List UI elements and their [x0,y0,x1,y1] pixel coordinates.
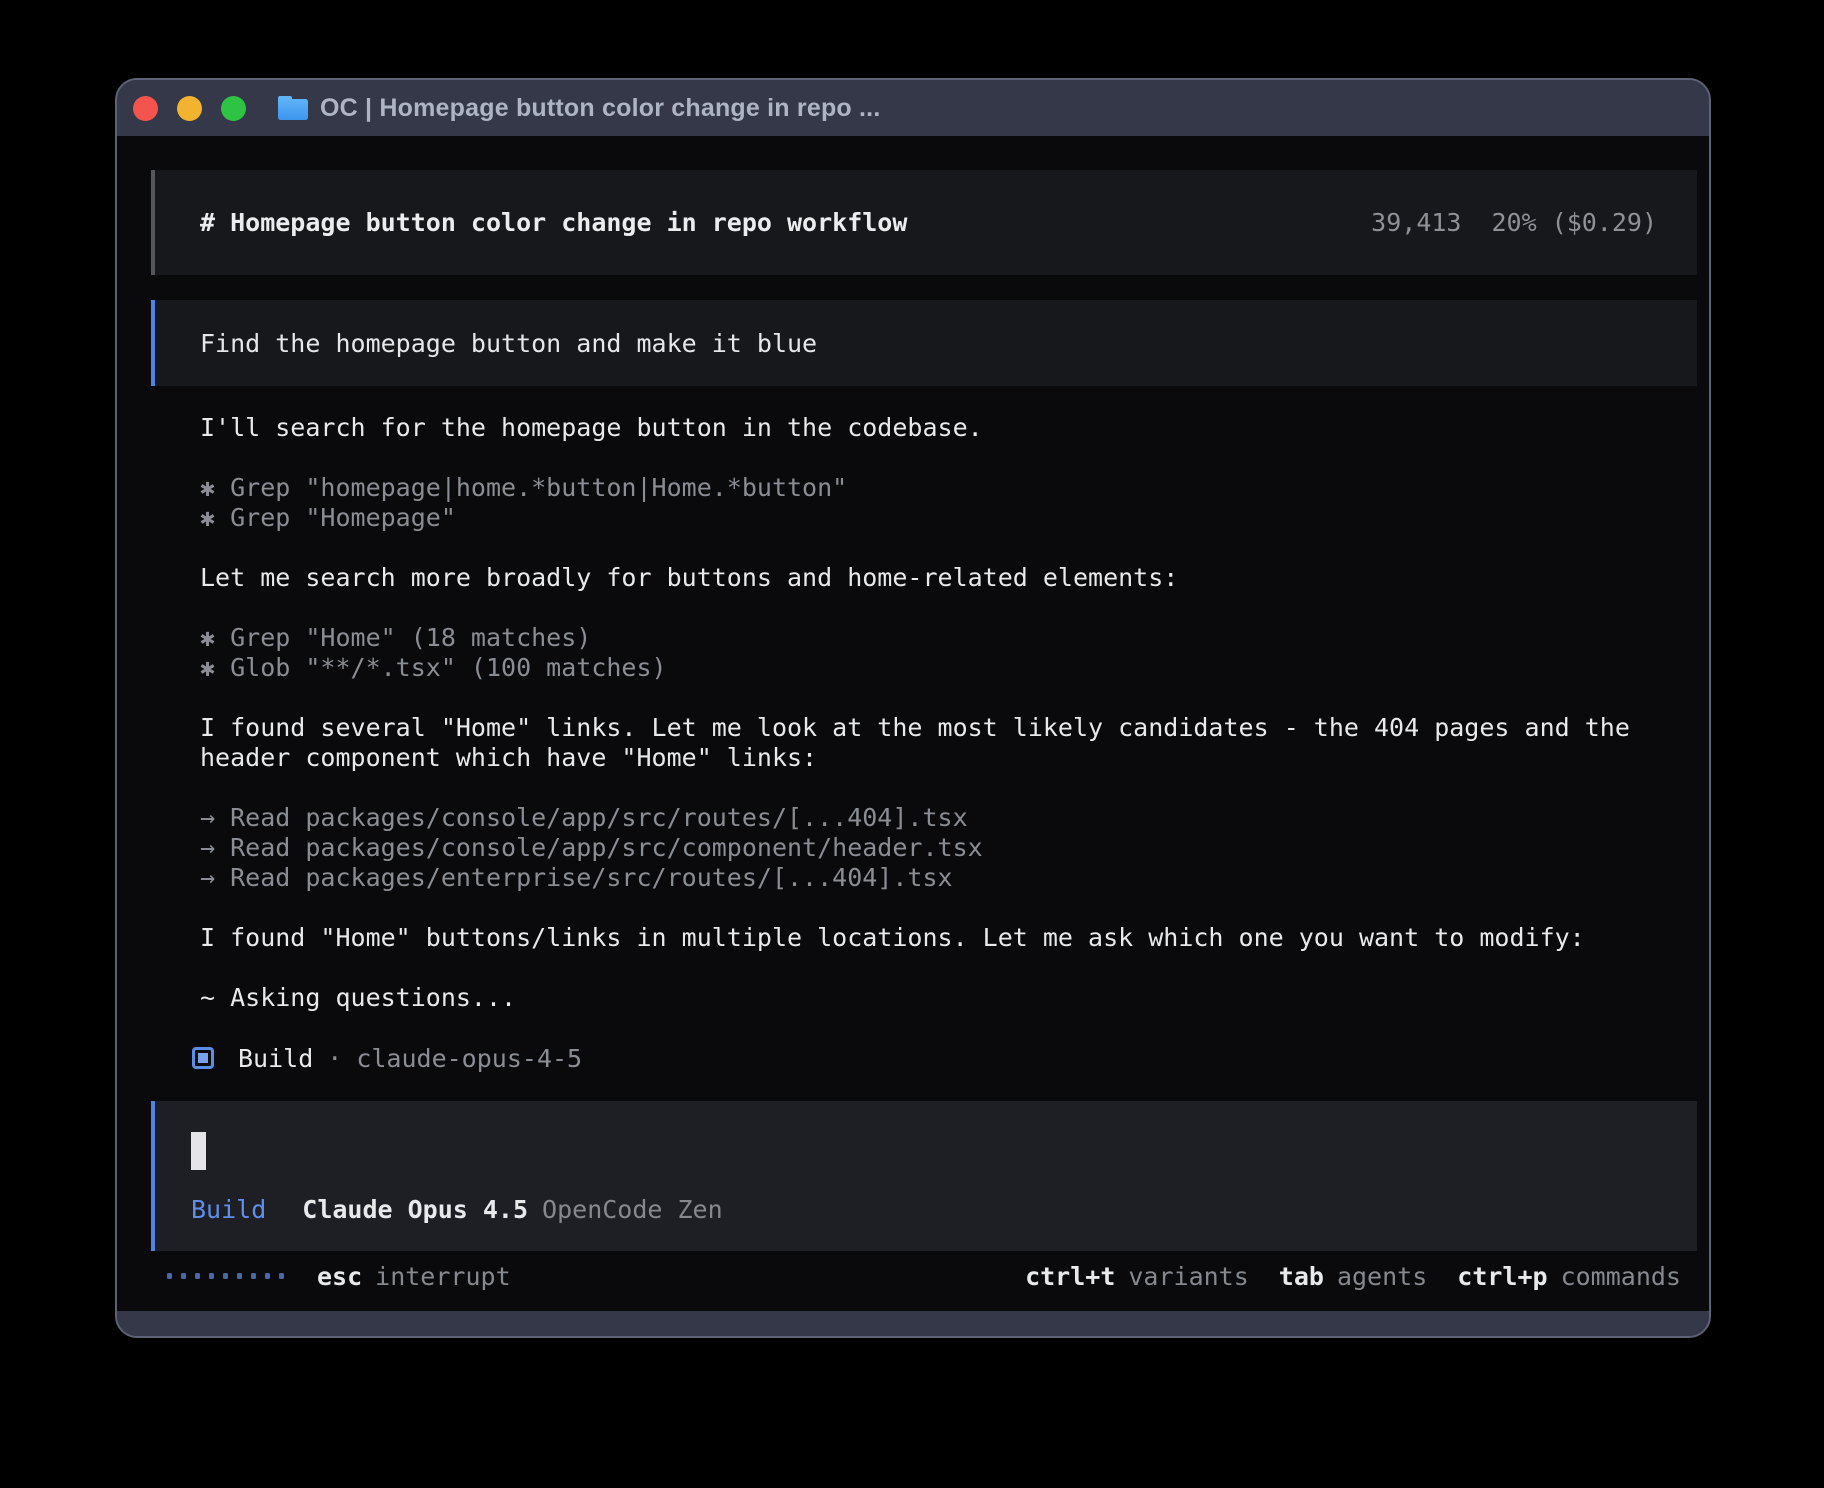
token-count: 39,413 [1371,208,1461,237]
shortcut-key: ctrl+t [1025,1262,1115,1291]
assistant-paragraph: I'll search for the homepage button in t… [200,413,1697,443]
terminal-content: # Homepage button color change in repo w… [117,136,1709,1311]
tool-call-line: → Read packages/console/app/src/routes/[… [200,803,1697,833]
session-header: # Homepage button color change in repo w… [151,170,1697,275]
traffic-lights [133,96,246,121]
assistant-transcript: I'll search for the homepage button in t… [151,413,1697,1043]
agent-row: Build · claude-opus-4-5 [192,1043,1697,1073]
session-stats: 39,413 20% ($0.29) [1371,208,1657,237]
assistant-status-line: ~ Asking questions... [200,983,1697,1013]
model-bar-agent[interactable]: Build [191,1195,266,1224]
shortcut-label: agents [1337,1262,1427,1291]
shortcut-key: tab [1279,1262,1324,1291]
user-message-text: Find the homepage button and make it blu… [200,329,817,358]
session-title: # Homepage button color change in repo w… [200,208,907,237]
tool-call-line: ✱ Glob "**/*.tsx" (100 matches) [200,653,1697,683]
terminal-window: OC | Homepage button color change in rep… [115,78,1711,1338]
window-title: OC | Homepage button color change in rep… [320,94,880,123]
shortcut-agents: tab agents [1279,1262,1427,1291]
context-percent: 20% [1491,208,1536,237]
shortcut-label: interrupt [375,1262,510,1291]
tool-call-line: ✱ Grep "Home" (18 matches) [200,623,1697,653]
assistant-text-line: I found several "Home" links. Let me loo… [200,713,1697,743]
model-bar-provider: OpenCode Zen [542,1195,723,1224]
agent-model: claude-opus-4-5 [356,1044,582,1073]
assistant-paragraph: I found several "Home" links. Let me loo… [200,713,1697,773]
shortcut-commands: ctrl+p commands [1457,1262,1681,1291]
agent-separator: · [327,1044,342,1073]
assistant-text-line: I found "Home" buttons/links in multiple… [200,923,1697,953]
tool-call-line: ✱ Grep "Homepage" [200,503,1697,533]
assistant-text-line: header component which have "Home" links… [200,743,1697,773]
shortcut-key: esc [317,1262,362,1291]
tool-call-line: ✱ Grep "homepage|home.*button|Home.*butt… [200,473,1697,503]
agent-name: Build [238,1044,313,1073]
assistant-text-line: Let me search more broadly for buttons a… [200,563,1697,593]
agent-square-icon [192,1047,214,1069]
model-bar-model[interactable]: Claude Opus 4.5 [302,1195,528,1224]
close-button[interactable] [133,96,158,121]
status-bar: esc interrupt ctrl+t variants tab agents… [151,1259,1697,1293]
titlebar[interactable]: OC | Homepage button color change in rep… [117,80,1709,136]
model-bar: Build Claude Opus 4.5 OpenCode Zen [191,1195,1697,1224]
tool-call-group: ✱ Grep "Home" (18 matches) ✱ Glob "**/*.… [200,623,1697,683]
status-right: ctrl+t variants tab agents ctrl+p comman… [1025,1262,1681,1291]
assistant-text-line: I'll search for the homepage button in t… [200,413,1697,443]
folder-icon [278,96,308,120]
user-message: Find the homepage button and make it blu… [151,300,1697,386]
shortcut-variants: ctrl+t variants [1025,1262,1249,1291]
assistant-status: ~ Asking questions... [200,983,1697,1013]
tool-call-group: → Read packages/console/app/src/routes/[… [200,803,1697,893]
prompt-input[interactable]: Build Claude Opus 4.5 OpenCode Zen [151,1101,1697,1251]
tool-call-line: → Read packages/enterprise/src/routes/[.… [200,863,1697,893]
window-bottom-bar [117,1311,1709,1336]
text-cursor [191,1132,206,1170]
assistant-paragraph: I found "Home" buttons/links in multiple… [200,923,1697,953]
status-left: esc interrupt [167,1262,511,1291]
session-cost: ($0.29) [1552,208,1657,237]
shortcut-label: commands [1561,1262,1681,1291]
assistant-paragraph: Let me search more broadly for buttons a… [200,563,1697,593]
shortcut-interrupt: esc interrupt [317,1262,511,1291]
spinner-dots [167,1273,284,1279]
shortcut-label: variants [1128,1262,1248,1291]
tool-call-group: ✱ Grep "homepage|home.*button|Home.*butt… [200,473,1697,533]
zoom-button[interactable] [221,96,246,121]
minimize-button[interactable] [177,96,202,121]
shortcut-key: ctrl+p [1457,1262,1547,1291]
tool-call-line: → Read packages/console/app/src/componen… [200,833,1697,863]
